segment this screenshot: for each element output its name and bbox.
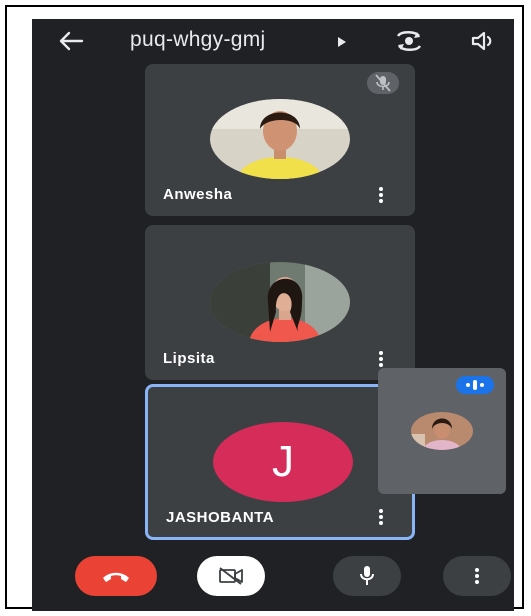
mic-off-icon <box>375 74 391 92</box>
mic-off-badge <box>367 72 399 94</box>
avatar-initial: J <box>213 422 353 502</box>
switch-camera-icon[interactable] <box>395 28 423 54</box>
top-bar: puq-whgy-gmj <box>32 19 514 65</box>
end-call-icon <box>103 572 129 582</box>
participant-tile-jashobanta[interactable]: J JASHOBANTA <box>145 384 415 540</box>
participant-name: Lipsita <box>163 350 215 367</box>
meeting-code[interactable]: puq-whgy-gmj <box>130 28 266 52</box>
more-vert-icon <box>475 568 479 584</box>
more-vert-icon[interactable] <box>371 507 391 527</box>
avatar <box>210 262 350 342</box>
video-off-icon <box>219 567 243 585</box>
meet-screen: puq-whgy-gmj Anwesha Lipsita J JASHOBANT… <box>32 19 514 611</box>
participant-name: JASHOBANTA <box>166 509 275 526</box>
back-arrow-icon[interactable] <box>58 29 84 53</box>
audio-activity-icon <box>466 380 484 390</box>
more-options-button[interactable] <box>443 556 511 596</box>
screenshot-frame: puq-whgy-gmj Anwesha Lipsita J JASHOBANT… <box>5 5 524 611</box>
end-call-button[interactable] <box>75 556 157 596</box>
mic-toggle-button[interactable] <box>333 556 401 596</box>
avatar <box>210 99 350 179</box>
more-vert-icon[interactable] <box>371 349 391 369</box>
more-vert-icon[interactable] <box>371 185 391 205</box>
audio-activity-badge <box>456 376 494 394</box>
video-toggle-button[interactable] <box>197 556 265 596</box>
caret-right-icon[interactable] <box>338 37 346 47</box>
avatar <box>411 412 473 450</box>
participant-tile-anwesha[interactable]: Anwesha <box>145 64 415 216</box>
speaker-icon[interactable] <box>470 29 496 53</box>
participant-name: Anwesha <box>163 186 233 203</box>
mic-icon <box>360 566 374 585</box>
participant-tile-lipsita[interactable]: Lipsita <box>145 225 415 380</box>
self-view-tile[interactable] <box>378 368 506 494</box>
